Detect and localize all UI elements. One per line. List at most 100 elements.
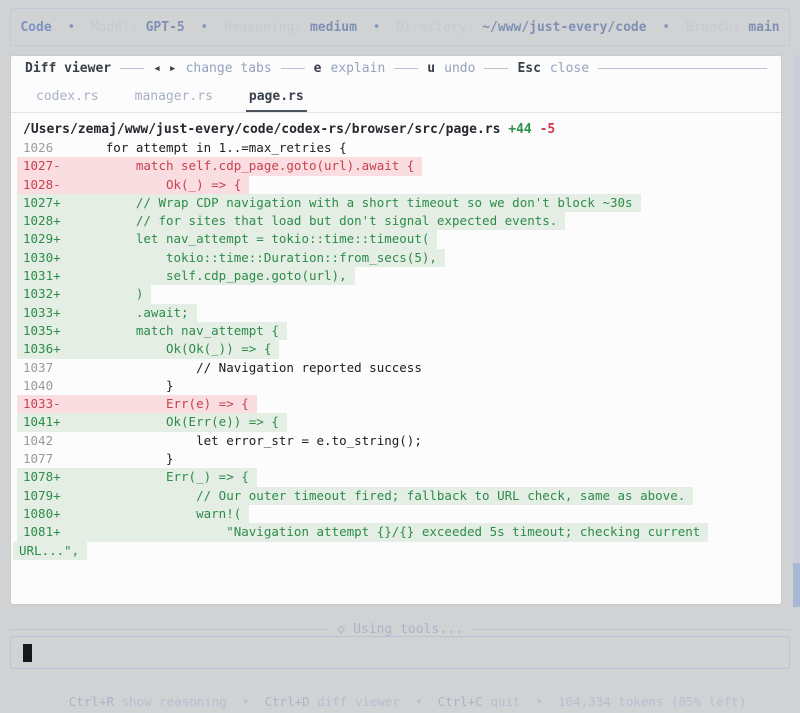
line-text: warn!( bbox=[60, 505, 242, 521]
footer-label: show reasoning bbox=[121, 694, 227, 709]
separator-dot: • bbox=[520, 694, 559, 709]
shortcut-key: Esc bbox=[517, 60, 541, 76]
header-rule bbox=[120, 67, 145, 69]
shortcut-action: undo bbox=[444, 60, 476, 76]
separator-dot: • bbox=[400, 694, 438, 709]
message-input[interactable] bbox=[10, 636, 790, 669]
line-number: 1030+ bbox=[23, 249, 61, 265]
diff-line: 1077 } bbox=[11, 450, 781, 468]
status-rule-left bbox=[10, 629, 330, 630]
diff-line: 1080+ warn!( bbox=[11, 504, 781, 524]
top-status-bar: Code • Model: GPT-5 • Reasoning: medium … bbox=[10, 8, 790, 46]
file-path: /Users/zemaj/www/just-every/code/codex-r… bbox=[23, 122, 501, 137]
text-cursor bbox=[23, 644, 32, 662]
line-text: // for sites that load but don't signal … bbox=[60, 213, 558, 229]
separator-dot: • bbox=[646, 19, 686, 35]
diff-line-highlight: URL...", bbox=[13, 541, 88, 560]
diff-line: 1079+ // Our outer timeout fired; fallba… bbox=[11, 486, 781, 505]
diff-line: 1041+ Ok(Err(e)) => { bbox=[11, 413, 781, 432]
status-value: medium bbox=[309, 19, 357, 35]
status-rule-right bbox=[470, 629, 790, 630]
shortcut-key: e bbox=[313, 60, 322, 76]
diff-line: 1078+ Err(_) => { bbox=[11, 468, 781, 487]
line-number: 1037 bbox=[23, 359, 61, 375]
diff-line: 1081+ "Navigation attempt {}/{} exceeded… bbox=[11, 523, 781, 542]
diff-tabs: codex.rs manager.rs page.rs bbox=[11, 77, 781, 113]
line-number: 1081+ bbox=[23, 524, 61, 540]
line-number: 1078+ bbox=[23, 469, 61, 485]
diff-line-highlight: 1028- Ok(_) => { bbox=[17, 175, 250, 194]
shortcut-key: ◂ ▸ bbox=[153, 60, 177, 76]
diff-line-highlight: 1030+ tokio::time::Duration::from_secs(5… bbox=[17, 248, 445, 268]
footer-label: diff viewer bbox=[317, 694, 400, 709]
line-text: // Navigation reported success bbox=[60, 359, 422, 375]
line-text: Ok(Ok(_)) => { bbox=[60, 341, 272, 357]
line-text: URL...", bbox=[19, 542, 80, 558]
line-text: for attempt in 1..=max_retries { bbox=[60, 140, 347, 155]
line-text: Ok(_) => { bbox=[60, 176, 242, 192]
footer-key: Ctrl+D bbox=[264, 694, 318, 709]
diff-line-highlight: 1040 } bbox=[17, 377, 182, 395]
status-text: Using tools... bbox=[353, 622, 463, 637]
status-label: Reasoning: bbox=[223, 19, 310, 35]
diff-line: 1031+ self.cdp_page.goto(url), bbox=[11, 267, 781, 286]
line-number: 1079+ bbox=[23, 487, 61, 503]
line-text: tokio::time::Duration::from_secs(5), bbox=[60, 249, 437, 265]
diff-line: 1030+ tokio::time::Duration::from_secs(5… bbox=[11, 248, 781, 268]
separator-dot: • bbox=[51, 19, 91, 35]
diff-line-highlight: 1042 let error_str = e.to_string(); bbox=[17, 432, 430, 450]
tab-manager.rs[interactable]: manager.rs bbox=[132, 89, 216, 112]
token-count: 104,334 tokens (85% left) bbox=[558, 694, 747, 709]
line-text: Ok(Err(e)) => { bbox=[60, 414, 279, 430]
line-text: let error_str = e.to_string(); bbox=[60, 432, 422, 448]
line-number: 1040 bbox=[23, 377, 61, 393]
line-number: 1080+ bbox=[23, 505, 61, 521]
diff-line-highlight: 1080+ warn!( bbox=[17, 504, 250, 524]
diff-line: URL...", bbox=[11, 541, 781, 560]
tab-codex.rs[interactable]: codex.rs bbox=[33, 89, 102, 112]
diff-line: 1032+ ) bbox=[11, 285, 781, 304]
line-number: 1042 bbox=[23, 432, 61, 448]
diff-line: 1033- Err(e) => { bbox=[11, 395, 781, 414]
footer-label: quit bbox=[490, 694, 521, 709]
separator-dot: • bbox=[184, 19, 224, 35]
diff-line: 1028- Ok(_) => { bbox=[11, 175, 781, 194]
diff-line-highlight: 1027+ // Wrap CDP navigation with a shor… bbox=[17, 193, 641, 213]
line-number: 1031+ bbox=[23, 268, 61, 284]
line-text: } bbox=[60, 451, 174, 467]
status-value: GPT-5 bbox=[145, 19, 185, 35]
tab-page.rs[interactable]: page.rs bbox=[245, 89, 307, 112]
line-number: 1032+ bbox=[23, 286, 61, 302]
diff-line: 1042 let error_str = e.to_string(); bbox=[11, 432, 781, 450]
diff-line: 1027- match self.cdp_page.goto(url).awai… bbox=[11, 157, 781, 176]
deletions-count: -5 bbox=[539, 122, 556, 137]
status-icon: ◇ bbox=[337, 622, 346, 637]
status-label: Branch: bbox=[685, 19, 749, 35]
line-text: .await; bbox=[60, 304, 189, 320]
app-name: Code bbox=[20, 19, 52, 35]
line-text: "Navigation attempt {}/{} exceeded 5s ti… bbox=[60, 524, 701, 540]
footer-key: Ctrl+R bbox=[68, 694, 122, 709]
diff-line-highlight: 1031+ self.cdp_page.goto(url), bbox=[17, 267, 355, 286]
diff-line-highlight: 1037 // Navigation reported success bbox=[17, 359, 430, 377]
line-text: // Wrap CDP navigation with a short time… bbox=[60, 194, 633, 210]
status-label: Directory: bbox=[396, 19, 483, 35]
line-text: Err(_) => { bbox=[60, 469, 249, 485]
diff-body: 1026 for attempt in 1..=max_retries {102… bbox=[11, 138, 781, 560]
line-number: 1029+ bbox=[23, 231, 61, 247]
line-text: ) bbox=[60, 286, 144, 302]
status-line: ◇ Using tools... bbox=[10, 622, 790, 637]
line-number: 1028+ bbox=[23, 213, 61, 229]
diff-line: 1035+ match nav_attempt { bbox=[11, 321, 781, 341]
scrollbar-thumb[interactable] bbox=[793, 563, 800, 607]
shortcut-action: close bbox=[549, 60, 590, 76]
line-number: 1033- bbox=[23, 396, 61, 412]
status-label: Model: bbox=[90, 19, 146, 35]
diff-line-highlight: 1026 for attempt in 1..=max_retries { bbox=[17, 139, 355, 157]
diff-line-highlight: 1079+ // Our outer timeout fired; fallba… bbox=[17, 486, 694, 505]
header-rule bbox=[280, 67, 305, 69]
diff-line: 1026 for attempt in 1..=max_retries { bbox=[11, 139, 781, 157]
diff-line-highlight: 1029+ let nav_attempt = tokio::time::tim… bbox=[17, 230, 438, 249]
diff-scrollbar[interactable] bbox=[793, 55, 800, 607]
file-path-line: /Users/zemaj/www/just-every/code/codex-r… bbox=[11, 113, 781, 138]
